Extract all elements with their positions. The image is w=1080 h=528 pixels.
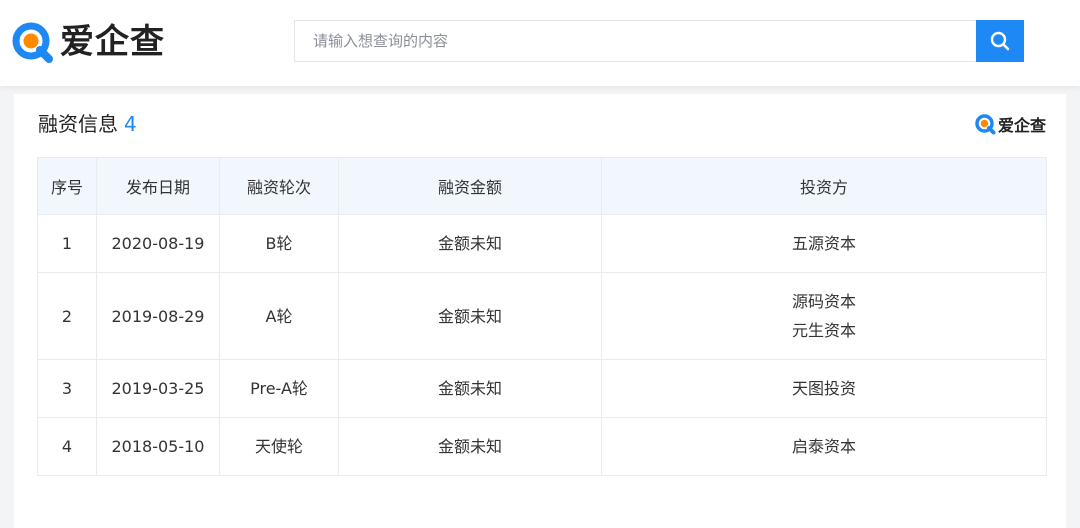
financing-table: 序号 发布日期 融资轮次 融资金额 投资方 1 2020-08-19 B轮 金额… — [37, 157, 1047, 476]
section-count: 4 — [124, 112, 137, 136]
investor-link[interactable]: 五源资本 — [602, 229, 1046, 258]
table-row: 1 2020-08-19 B轮 金额未知 五源资本 — [37, 214, 1047, 273]
section-title-text: 融资信息 — [38, 112, 118, 136]
cell-date: 2020-08-19 — [96, 214, 220, 273]
section-title: 融资信息 4 — [38, 108, 137, 140]
table-row: 3 2019-03-25 Pre-A轮 金额未知 天图投资 — [37, 359, 1047, 418]
cell-amount: 金额未知 — [338, 417, 602, 476]
cell-index: 4 — [37, 417, 97, 476]
column-header-round: 融资轮次 — [219, 157, 339, 215]
table-row: 2 2019-08-29 A轮 金额未知 源码资本 元生资本 — [37, 272, 1047, 360]
investor-link[interactable]: 天图投资 — [602, 374, 1046, 403]
investor-link[interactable]: 启泰资本 — [602, 432, 1046, 461]
investor-link[interactable]: 源码资本 — [602, 287, 1046, 316]
table-header-row: 序号 发布日期 融资轮次 融资金额 投资方 — [37, 157, 1047, 215]
table-row: 4 2018-05-10 天使轮 金额未知 启泰资本 — [37, 417, 1047, 476]
cell-investors: 五源资本 — [601, 214, 1047, 273]
investor-link[interactable]: 元生资本 — [602, 316, 1046, 345]
cell-date: 2019-08-29 — [96, 272, 220, 360]
aiqicha-small-logo-icon — [975, 114, 996, 135]
logo-text: 爱企查 — [60, 22, 165, 62]
cell-date: 2018-05-10 — [96, 417, 220, 476]
column-header-date: 发布日期 — [96, 157, 220, 215]
cell-index: 1 — [37, 214, 97, 273]
search-icon — [990, 31, 1010, 51]
cell-index: 2 — [37, 272, 97, 360]
cell-amount: 金额未知 — [338, 272, 602, 360]
cell-index: 3 — [37, 359, 97, 418]
cell-round: Pre-A轮 — [219, 359, 339, 418]
cell-investors: 启泰资本 — [601, 417, 1047, 476]
logo[interactable]: 爱企查 — [10, 18, 165, 66]
watermark: 爱企查 — [974, 112, 1046, 136]
cell-investors: 天图投资 — [601, 359, 1047, 418]
search-button[interactable] — [976, 20, 1024, 62]
column-header-amount: 融资金额 — [338, 157, 602, 215]
cell-date: 2019-03-25 — [96, 359, 220, 418]
cell-round: 天使轮 — [219, 417, 339, 476]
aiqicha-logo-icon — [12, 22, 53, 63]
cell-amount: 金额未知 — [338, 359, 602, 418]
watermark-text: 爱企查 — [997, 116, 1046, 135]
search-box — [294, 20, 976, 62]
top-header: 爱企查 — [0, 0, 1080, 86]
cell-round: A轮 — [219, 272, 339, 360]
column-header-index: 序号 — [37, 157, 97, 215]
financing-info-card: 融资信息 4 爱企查 序号 发布日期 融资轮次 融资金额 投资方 1 2020-… — [14, 94, 1066, 528]
search-input[interactable] — [295, 21, 976, 61]
column-header-investors: 投资方 — [601, 157, 1047, 215]
cell-round: B轮 — [219, 214, 339, 273]
cell-amount: 金额未知 — [338, 214, 602, 273]
cell-investors: 源码资本 元生资本 — [601, 272, 1047, 360]
